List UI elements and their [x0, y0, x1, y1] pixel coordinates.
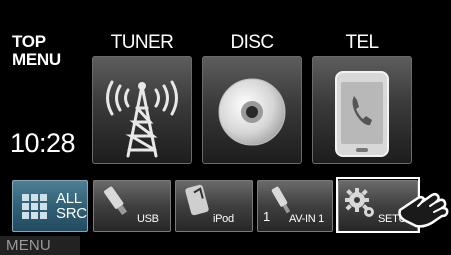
all-src-button[interactable]: ALL SRC: [12, 180, 88, 232]
disc-tile[interactable]: [202, 56, 302, 164]
clock: 10:28: [10, 128, 76, 158]
tel-tile[interactable]: [312, 56, 412, 164]
av-in-label: AV-IN 1: [289, 213, 324, 225]
usb-icon: [104, 186, 128, 216]
menu-button[interactable]: MENU: [0, 236, 80, 255]
usb-label: USB: [137, 213, 159, 225]
ipod-icon: [185, 184, 209, 216]
radio-tower-icon: [106, 80, 178, 158]
top-menu-button[interactable]: TOP MENU: [12, 33, 61, 69]
disc-icon: [218, 78, 286, 146]
ipod-button[interactable]: iPod: [175, 180, 253, 232]
home-screen: TOP MENU 10:28 TUNER DISC TEL ALL SRC US…: [0, 0, 451, 237]
disc-label: DISC: [230, 32, 275, 53]
usb-button[interactable]: USB: [93, 180, 171, 232]
av-in-button[interactable]: 1 AV-IN 1: [257, 180, 333, 232]
all-src-label: ALL SRC: [56, 190, 87, 222]
av-in-number: 1: [263, 209, 270, 224]
tuner-tile[interactable]: [92, 56, 192, 164]
grid-icon: [22, 194, 47, 219]
phone-icon: [335, 71, 389, 157]
tel-label: TEL: [345, 32, 379, 53]
tuner-label: TUNER: [110, 32, 174, 53]
pointing-hand-icon: [398, 192, 449, 228]
ipod-label: iPod: [213, 213, 234, 225]
